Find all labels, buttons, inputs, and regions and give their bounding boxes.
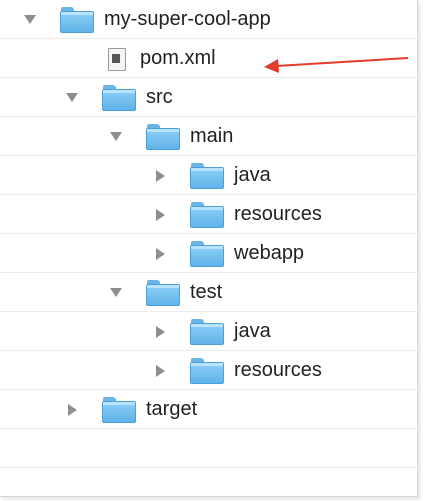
tree-row-main-webapp[interactable]: webapp [0,234,417,273]
tree-item-label: java [234,164,271,186]
tree-item-label: webapp [234,242,305,264]
folder-icon [102,84,136,111]
tree-item-label: src [146,86,173,108]
empty-row [0,429,417,468]
folder-icon [146,123,180,150]
tree-item-label: test [190,281,223,303]
collapse-triangle-icon[interactable] [152,168,168,184]
tree-row-test[interactable]: test [0,273,417,312]
folder-icon [190,162,224,189]
tree-item-label: main [190,125,234,147]
xml-file-icon [108,47,126,71]
folder-icon [190,201,224,228]
expand-triangle-icon[interactable] [64,90,80,106]
annotation-arrow-line [275,57,409,67]
collapse-triangle-icon[interactable] [64,402,80,418]
tree-item-label: resources [234,203,322,225]
folder-icon [60,6,94,33]
expand-triangle-icon[interactable] [22,12,38,28]
empty-row [0,468,417,496]
collapse-triangle-icon[interactable] [152,246,168,262]
folder-icon [146,279,180,306]
tree-item-label: java [234,320,271,342]
annotation-arrow-head [264,59,279,73]
annotation-arrow-icon [264,57,409,73]
tree-row-target[interactable]: target [0,390,417,429]
tree-item-label: target [146,398,198,420]
expand-triangle-icon[interactable] [108,285,124,301]
tree-row-root[interactable]: my-super-cool-app [0,0,417,39]
expand-triangle-icon[interactable] [108,129,124,145]
tree-row-main-resources[interactable]: resources [0,195,417,234]
tree-row-test-java[interactable]: java [0,312,417,351]
collapse-triangle-icon[interactable] [152,324,168,340]
folder-icon [190,240,224,267]
tree-item-label: my-super-cool-app [104,8,271,30]
file-tree-panel: my-super-cool-app pom.xml src main java [0,0,418,497]
collapse-triangle-icon[interactable] [152,363,168,379]
tree-row-main-java[interactable]: java [0,156,417,195]
tree-item-label: resources [234,359,322,381]
tree-row-main[interactable]: main [0,117,417,156]
tree-row-test-resources[interactable]: resources [0,351,417,390]
folder-icon [190,318,224,345]
folder-icon [102,396,136,423]
folder-icon [190,357,224,384]
tree-item-label: pom.xml [140,47,216,69]
collapse-triangle-icon[interactable] [152,207,168,223]
